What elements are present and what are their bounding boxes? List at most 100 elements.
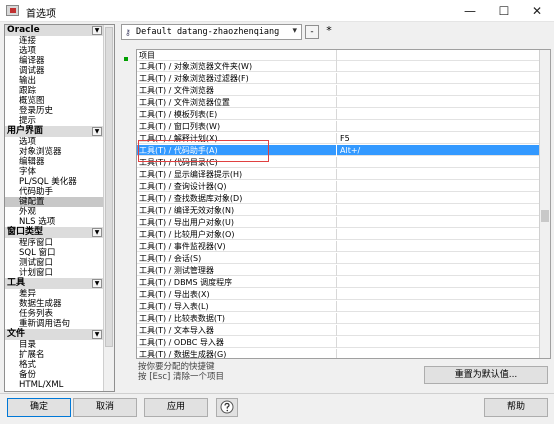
table-row[interactable]: 工具(T) / 对象浏览器文件夹(W)	[137, 61, 539, 72]
tree-item[interactable]: 重新调用语句	[5, 319, 103, 329]
table-row[interactable]: 工具(T) / 显示编译器提示(H)	[137, 169, 539, 180]
tree-item[interactable]: 输出	[5, 76, 103, 86]
tree-item[interactable]: 数据生成器	[5, 299, 103, 309]
table-row[interactable]: 工具(T) / ODBC 导入器	[137, 337, 539, 348]
help-button[interactable]: 帮助	[484, 398, 548, 417]
table-row[interactable]: 工具(T) / 测试管理器	[137, 265, 539, 276]
table-row[interactable]: 工具(T) / 会话(S)	[137, 253, 539, 264]
remove-profile-button[interactable]: -	[305, 25, 319, 39]
column-divider	[336, 301, 337, 312]
table-row[interactable]: 工具(T) / 窗口列表(W)	[137, 121, 539, 132]
tree-item[interactable]: 测试窗口	[5, 258, 103, 268]
table-row[interactable]: 工具(T) / 编译无效对象(N)	[137, 205, 539, 216]
tree-item[interactable]: 格式	[5, 360, 103, 370]
tree-item[interactable]: 选项	[5, 46, 103, 56]
column-divider	[336, 73, 337, 84]
column-divider	[336, 229, 337, 240]
tree-item[interactable]: 调试器	[5, 66, 103, 76]
ok-button[interactable]: 确定	[7, 398, 71, 417]
table-row[interactable]: 工具(T) / 导入表(L)	[137, 301, 539, 312]
tree-item[interactable]: 备份	[5, 370, 103, 380]
column-divider	[336, 193, 337, 204]
column-divider	[336, 313, 337, 324]
tree-item[interactable]: 对象浏览器	[5, 147, 103, 157]
collapse-icon[interactable]: ▼	[92, 127, 102, 136]
tree-item[interactable]: 差异	[5, 289, 103, 299]
tree-item[interactable]: 目录	[5, 340, 103, 350]
maximize-button[interactable]: ☐	[487, 0, 521, 22]
tree-item[interactable]: 计划窗口	[5, 268, 103, 278]
table-row[interactable]: 工具(T) / 导出表(X)	[137, 289, 539, 300]
preferences-tree[interactable]: Oracle ▼ 连接 选项 编译器 调试器 输出 跟踪 概览图 登录历史 提示 用户界面 ▼ 选项 对象浏…	[4, 24, 115, 392]
key-config-grid[interactable]: 项目 工具(T) / 对象浏览器文件夹(W) 工具(T) / 对象浏览器过滤器(F…	[136, 49, 551, 359]
close-button[interactable]: ✕	[520, 0, 554, 22]
shortcut-cell[interactable]: Alt+/	[340, 145, 538, 156]
profile-select[interactable]: ⚷ Default datang-zhaozhenqiang ▾	[121, 24, 302, 40]
table-row[interactable]: 工具(T) / 模板列表(E)	[137, 109, 539, 120]
tree-item[interactable]: NLS 选项	[5, 217, 103, 227]
tree-item[interactable]: 任务列表	[5, 309, 103, 319]
tree-category[interactable]: 文件 ▼	[5, 329, 103, 340]
grid-scrollbar-thumb[interactable]	[541, 210, 549, 222]
tree-scrollbar-thumb[interactable]	[105, 27, 113, 347]
reset-defaults-button[interactable]: 重置为默认值...	[424, 366, 548, 384]
tree-item[interactable]: HTML/XML	[5, 380, 103, 390]
tree-item[interactable]: 扩展名	[5, 350, 103, 360]
tree-item[interactable]: 连接	[5, 36, 103, 46]
tree-item[interactable]: PL/SQL 美化器	[5, 177, 103, 187]
tree-item[interactable]: 代码助手	[5, 187, 103, 197]
action-cell: 工具(T) / 会话(S)	[139, 254, 202, 263]
hint-line-1: 按你要分配的快捷键	[138, 362, 215, 372]
add-profile-button[interactable]: *	[322, 25, 336, 39]
tree-item[interactable]: 选项	[5, 137, 103, 147]
table-row[interactable]: 工具(T) / 比较表数据(T)	[137, 313, 539, 324]
collapse-icon[interactable]: ▼	[92, 279, 102, 288]
table-row[interactable]: 工具(T) / 文件浏览器位置	[137, 97, 539, 108]
table-row[interactable]: 工具(T) / 导出用户对象(U)	[137, 217, 539, 228]
table-row[interactable]: 工具(T) / 事件监视器(V)	[137, 241, 539, 252]
table-row[interactable]: 工具(T) / 查询设计器(Q)	[137, 181, 539, 192]
column-divider	[336, 217, 337, 228]
cancel-button[interactable]: 取消	[73, 398, 137, 417]
tree-category[interactable]: 工具 ▼	[5, 278, 103, 289]
table-row[interactable]: 工具(T) / 数据生成器(G)	[137, 349, 539, 358]
apply-button[interactable]: 应用	[144, 398, 208, 417]
tree-item[interactable]: 编译器	[5, 56, 103, 66]
help-icon-button[interactable]	[216, 398, 238, 417]
table-row[interactable]: 工具(T) / 对象浏览器过滤器(F)	[137, 73, 539, 84]
table-row[interactable]: 工具(T) / 比较用户对象(O)	[137, 229, 539, 240]
tree-item[interactable]: 外观	[5, 207, 103, 217]
action-cell: 工具(T) / 对象浏览器过滤器(F)	[139, 74, 249, 83]
shortcut-cell[interactable]: F5	[340, 133, 538, 144]
tree-item[interactable]: 编辑器	[5, 157, 103, 167]
tree-item[interactable]: 概览图	[5, 96, 103, 106]
tree-item[interactable]: 程序窗口	[5, 238, 103, 248]
table-row[interactable]: 工具(T) / 文件浏览器	[137, 85, 539, 96]
grid-scrollbar[interactable]	[539, 50, 550, 358]
column-divider	[336, 61, 337, 72]
action-cell: 工具(T) / 导出表(X)	[139, 290, 210, 299]
tree-item[interactable]: 字体	[5, 167, 103, 177]
tree-item[interactable]: SQL 窗口	[5, 248, 103, 258]
collapse-icon[interactable]: ▼	[92, 26, 102, 35]
minimize-button[interactable]: —	[453, 0, 487, 22]
action-cell: 工具(T) / ODBC 导入器	[139, 338, 224, 347]
table-row[interactable]: 工具(T) / 文本导入器	[137, 325, 539, 336]
table-row[interactable]: 工具(T) / DBMS 调度程序	[137, 277, 539, 288]
highlight-outline	[138, 140, 269, 162]
tree-category-label: 窗口类型	[7, 227, 44, 237]
collapse-icon[interactable]: ▼	[92, 330, 102, 339]
tree-item[interactable]: 跟踪	[5, 86, 103, 96]
tree-item[interactable]: 登录历史	[5, 106, 103, 116]
tree-category[interactable]: 窗口类型 ▼	[5, 227, 103, 238]
collapse-icon[interactable]: ▼	[92, 228, 102, 237]
action-cell: 工具(T) / 导入表(L)	[139, 302, 209, 311]
tree-item[interactable]: 提示	[5, 116, 103, 126]
action-cell: 工具(T) / 事件监视器(V)	[139, 242, 226, 251]
table-row[interactable]: 工具(T) / 查找数据库对象(D)	[137, 193, 539, 204]
tree-category[interactable]: Oracle ▼	[5, 25, 103, 36]
column-divider	[336, 109, 337, 120]
tree-scrollbar[interactable]	[103, 25, 114, 391]
tree-item[interactable]: 键配置	[5, 197, 103, 207]
tree-category[interactable]: 用户界面 ▼	[5, 126, 103, 137]
